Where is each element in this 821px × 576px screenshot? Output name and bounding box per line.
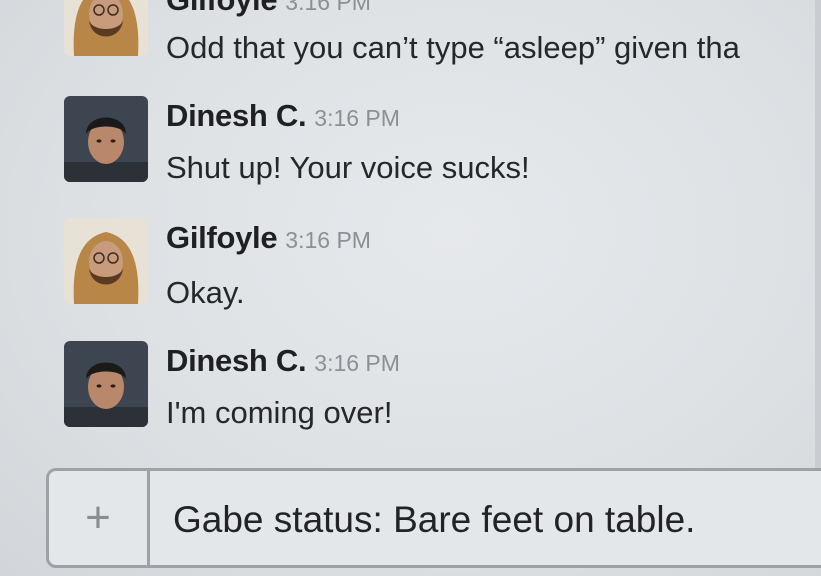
message-header: Gilfoyle 3:16 PM bbox=[166, 220, 371, 256]
gilfoyle-avatar[interactable] bbox=[64, 0, 148, 56]
message-item: Gilfoyle 3:16 PM Odd that you can’t type … bbox=[0, 0, 815, 70]
message-item: Dinesh C. 3:16 PM I'm coming over! bbox=[0, 341, 815, 441]
dinesh-avatar[interactable] bbox=[64, 341, 148, 427]
message-text: Okay. bbox=[166, 275, 245, 310]
dinesh-avatar[interactable] bbox=[64, 96, 148, 182]
message-text: Shut up! Your voice sucks! bbox=[166, 150, 530, 185]
gilfoyle-avatar[interactable] bbox=[64, 218, 148, 304]
message-header: Gilfoyle 3:16 PM bbox=[166, 0, 371, 18]
author-name[interactable]: Dinesh C. bbox=[166, 343, 307, 378]
message-text: Odd that you can’t type “asleep” given t… bbox=[166, 30, 740, 65]
author-name[interactable]: Gilfoyle bbox=[166, 0, 278, 17]
timestamp[interactable]: 3:16 PM bbox=[285, 227, 371, 253]
message-header: Dinesh C. 3:16 PM bbox=[166, 98, 400, 134]
message-item: Dinesh C. 3:16 PM Shut up! Your voice suc… bbox=[0, 96, 815, 196]
message-input[interactable]: Gabe status: Bare feet on table. bbox=[173, 499, 695, 541]
message-composer[interactable]: + Gabe status: Bare feet on table. bbox=[46, 468, 821, 568]
author-name[interactable]: Gilfoyle bbox=[166, 220, 278, 255]
message-item: Gilfoyle 3:16 PM Okay. bbox=[0, 218, 815, 318]
timestamp[interactable]: 3:16 PM bbox=[314, 105, 400, 131]
timestamp[interactable]: 3:16 PM bbox=[285, 0, 371, 15]
plus-icon: + bbox=[85, 493, 111, 542]
message-text: I'm coming over! bbox=[166, 395, 393, 430]
author-name[interactable]: Dinesh C. bbox=[166, 98, 307, 133]
scrollbar-track[interactable] bbox=[815, 0, 821, 470]
timestamp[interactable]: 3:16 PM bbox=[314, 350, 400, 376]
attach-button[interactable]: + bbox=[49, 471, 150, 565]
message-header: Dinesh C. 3:16 PM bbox=[166, 343, 400, 379]
